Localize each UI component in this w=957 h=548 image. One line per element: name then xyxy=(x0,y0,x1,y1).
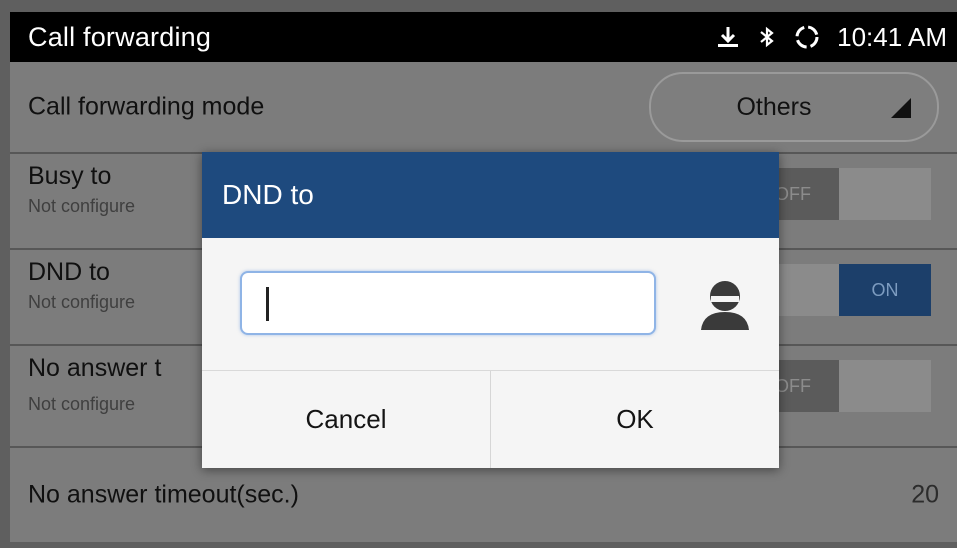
bluetooth-icon xyxy=(757,24,777,50)
dnd-to-dialog: DND to Cancel OK xyxy=(202,152,779,468)
mode-dropdown[interactable]: Others xyxy=(649,72,939,142)
mode-value: Others xyxy=(736,92,812,121)
busy-to-label: Busy to xyxy=(28,162,112,190)
no-answer-status: Not configure xyxy=(28,394,136,414)
download-icon xyxy=(715,24,741,50)
mode-label: Call forwarding mode xyxy=(28,92,265,121)
toggle-on-label: ON xyxy=(839,264,931,316)
status-icons: 10:41 AM xyxy=(715,22,947,53)
text-caret xyxy=(266,287,269,321)
screen-title: Call forwarding xyxy=(28,21,212,52)
dnd-to-status: Not configure xyxy=(28,292,136,312)
contact-picker-icon[interactable] xyxy=(695,274,755,334)
dialog-body xyxy=(202,238,779,371)
clock: 10:41 AM xyxy=(837,21,947,52)
dialog-buttons: Cancel OK xyxy=(202,371,779,468)
dnd-to-label: DND to xyxy=(28,258,110,286)
dialog-title: DND to xyxy=(222,179,314,210)
busy-to-status: Not configure xyxy=(28,196,136,216)
no-answer-label: No answer t xyxy=(28,354,162,382)
cancel-button[interactable]: Cancel xyxy=(202,371,490,468)
timeout-value: 20 xyxy=(911,480,939,509)
status-bar: Call forwarding 10:41 AM xyxy=(10,12,957,62)
sync-icon xyxy=(793,23,821,51)
row-call-forwarding-mode[interactable]: Call forwarding mode Others xyxy=(10,62,957,154)
dropdown-triangle-icon xyxy=(891,98,911,118)
timeout-label: No answer timeout(sec.) xyxy=(28,480,299,509)
dialog-header: DND to xyxy=(202,152,779,238)
screen: Call forwarding 10:41 AM Call forwarding… xyxy=(0,0,957,548)
ok-button[interactable]: OK xyxy=(490,371,779,468)
dnd-number-input[interactable] xyxy=(240,271,656,335)
